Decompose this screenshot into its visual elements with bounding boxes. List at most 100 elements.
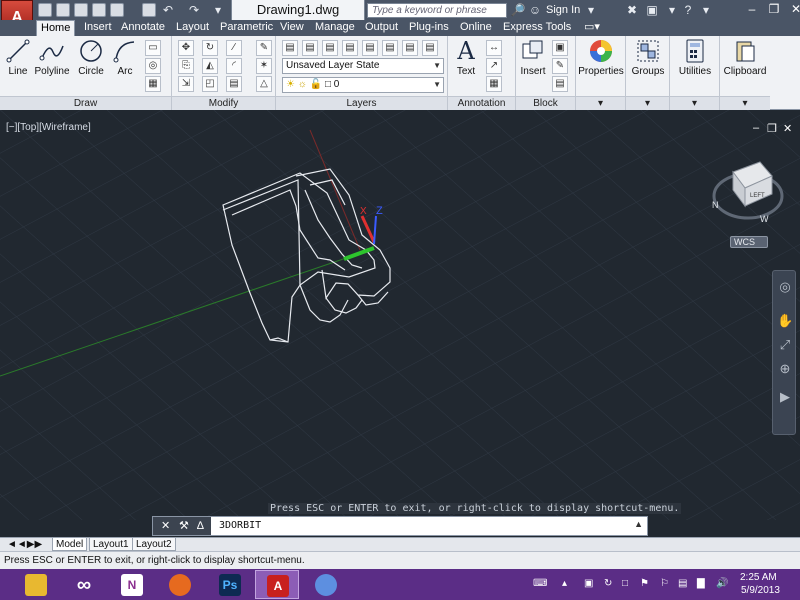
new-file-icon[interactable] bbox=[38, 3, 52, 17]
layer-match-icon[interactable]: ▤ bbox=[322, 40, 338, 56]
layout-tab-nav-icon[interactable]: ◄◄▶▶ bbox=[4, 538, 45, 551]
tray-sync-icon[interactable]: ↻ bbox=[604, 578, 612, 589]
annotation-panel-title[interactable]: Annotation bbox=[448, 96, 515, 110]
help-center-icon[interactable]: ▣ bbox=[644, 3, 660, 17]
tab-plugins[interactable]: Plug-ins bbox=[405, 20, 453, 36]
clipboard-button[interactable]: Clipboard bbox=[722, 38, 768, 77]
line-button[interactable]: Line bbox=[4, 38, 32, 77]
command-input[interactable]: 3DORBIT bbox=[219, 520, 261, 531]
tab-insert[interactable]: Insert bbox=[80, 20, 116, 36]
layer-previous-icon[interactable]: ▤ bbox=[342, 40, 358, 56]
scale-icon[interactable]: ◰ bbox=[202, 76, 218, 92]
exchange-x-icon[interactable]: ✖ bbox=[624, 3, 640, 17]
circle-button[interactable]: Circle bbox=[76, 38, 106, 77]
groups-panel-dropdown[interactable]: ▾ bbox=[626, 96, 669, 110]
rectangle-icon[interactable]: ▭ bbox=[145, 40, 161, 56]
customize-wrench-icon[interactable]: ⚒ bbox=[179, 517, 189, 535]
taskbar-photoshop[interactable]: Ps bbox=[208, 570, 252, 599]
create-block-icon[interactable]: ▣ bbox=[552, 40, 568, 56]
draw-panel-title[interactable]: Draw bbox=[0, 96, 171, 110]
action-center-flag-icon[interactable]: ⚐ bbox=[660, 578, 669, 589]
taskbar-onenote[interactable]: N bbox=[110, 570, 154, 599]
wcs-menu[interactable]: WCS bbox=[730, 236, 768, 248]
print-icon[interactable] bbox=[142, 3, 156, 17]
leader-icon[interactable]: ↗ bbox=[486, 58, 502, 74]
tray-box-icon[interactable]: □ bbox=[622, 578, 628, 589]
layer-set-current-icon[interactable]: ▤ bbox=[302, 40, 318, 56]
clock-time[interactable]: 2:25 AM bbox=[740, 572, 777, 583]
tab-model[interactable]: Model bbox=[52, 538, 88, 551]
array-icon[interactable]: ▤ bbox=[226, 76, 242, 92]
help-menu-icon[interactable]: ▾ bbox=[698, 3, 714, 17]
open-file-icon[interactable] bbox=[56, 3, 70, 17]
block-panel-title[interactable]: Block bbox=[516, 96, 575, 110]
layer-state-dropdown[interactable]: Unsaved Layer State ▼ bbox=[282, 58, 444, 74]
move-icon[interactable]: ✥ bbox=[178, 40, 194, 56]
utilities-button[interactable]: Utilities bbox=[672, 38, 718, 77]
fillet-icon[interactable]: ◜ bbox=[226, 58, 242, 74]
text-button[interactable]: A Text bbox=[452, 38, 480, 77]
tab-layout[interactable]: Layout bbox=[172, 20, 213, 36]
viewport-controls-label[interactable]: [−][Top][Wireframe] bbox=[6, 122, 91, 133]
tab-layout1[interactable]: Layout1 bbox=[89, 538, 133, 551]
viewport-close-icon[interactable]: ✕ bbox=[783, 122, 792, 135]
layer-properties-icon[interactable]: ▤ bbox=[282, 40, 298, 56]
save-icon[interactable] bbox=[74, 3, 88, 17]
clipboard-panel-dropdown[interactable]: ▾ bbox=[720, 96, 770, 110]
layer-dropdown[interactable]: ☀ ☼ 🔓 □ 0 ▼ bbox=[282, 77, 444, 93]
showmotion-icon[interactable]: ▶ bbox=[777, 389, 793, 405]
undo-icon[interactable]: ↶ bbox=[160, 3, 176, 17]
erase-icon[interactable]: ✎ bbox=[256, 40, 272, 56]
gradient-icon[interactable]: ▦ bbox=[145, 76, 161, 92]
properties-panel[interactable]: Properties ▾ bbox=[576, 36, 626, 110]
qat-dropdown-icon[interactable]: ▾ bbox=[210, 3, 226, 17]
tab-manage[interactable]: Manage bbox=[311, 20, 359, 36]
tab-parametric[interactable]: Parametric bbox=[216, 20, 277, 36]
mirror-icon[interactable]: ◭ bbox=[202, 58, 218, 74]
command-line[interactable]: ✕ ⚒ ∆ 3DORBIT ▲ bbox=[152, 516, 648, 536]
keyboard-icon[interactable]: ⌨ bbox=[533, 578, 547, 589]
sign-in-button[interactable]: Sign In bbox=[546, 3, 580, 17]
block-attribute-icon[interactable]: ▤ bbox=[552, 76, 568, 92]
modify-panel-title[interactable]: Modify bbox=[172, 96, 275, 110]
orbit-icon[interactable]: ⊕ bbox=[777, 361, 793, 377]
pan-hand-icon[interactable]: ✋ bbox=[777, 313, 793, 329]
rotate-icon[interactable]: ↻ bbox=[202, 40, 218, 56]
properties-button[interactable]: Properties bbox=[578, 38, 624, 77]
taskbar-chat[interactable] bbox=[304, 570, 348, 599]
insert-button[interactable]: Insert bbox=[518, 38, 548, 77]
tab-online[interactable]: Online bbox=[456, 20, 496, 36]
zoom-extents-icon[interactable]: ⤢ bbox=[777, 337, 793, 353]
command-history-icon[interactable]: ∆ bbox=[197, 517, 204, 535]
command-recent-dropdown-icon[interactable]: ▲ bbox=[634, 519, 643, 529]
stretch-icon[interactable]: ⇲ bbox=[178, 76, 194, 92]
clipboard-panel[interactable]: Clipboard ▾ bbox=[720, 36, 770, 110]
edit-block-icon[interactable]: ✎ bbox=[552, 58, 568, 74]
taskbar-firefox[interactable] bbox=[158, 570, 202, 599]
viewport-minimize-icon[interactable]: ‒ bbox=[753, 122, 759, 134]
groups-button[interactable]: Groups bbox=[628, 38, 668, 77]
steeringwheel-icon[interactable]: ◎ bbox=[777, 279, 793, 295]
signal-icon[interactable]: ▇ bbox=[697, 578, 705, 589]
offset-icon[interactable]: △ bbox=[256, 76, 272, 92]
help-icon[interactable]: ? bbox=[680, 3, 696, 17]
tab-view[interactable]: View bbox=[276, 20, 308, 36]
ribbon-minimize-icon[interactable]: ▭▾ bbox=[580, 20, 604, 36]
search-binoculars-icon[interactable]: 🔎 bbox=[510, 3, 526, 17]
tray-app-icon[interactable]: ▣ bbox=[584, 578, 593, 589]
drawing-viewport[interactable]: X Z LEFT N W [−][Top][Wireframe] ‒ ❐ ✕ W… bbox=[0, 110, 800, 520]
save-as-icon[interactable] bbox=[92, 3, 106, 17]
taskbar-autocad[interactable]: A bbox=[255, 570, 299, 599]
trim-icon[interactable]: ∕ bbox=[226, 40, 242, 56]
polyline-button[interactable]: Polyline bbox=[34, 38, 70, 77]
tray-flag-icon[interactable]: ⚑ bbox=[640, 578, 649, 589]
copy-icon[interactable]: ⎘ bbox=[178, 58, 194, 74]
explode-icon[interactable]: ✶ bbox=[256, 58, 272, 74]
layer-unisolate-icon[interactable]: ▤ bbox=[382, 40, 398, 56]
network-icon[interactable]: ▤ bbox=[678, 578, 687, 589]
dimension-icon[interactable]: ↔ bbox=[486, 40, 502, 56]
taskbar-file-explorer[interactable] bbox=[14, 570, 58, 599]
tab-output[interactable]: Output bbox=[361, 20, 402, 36]
tab-annotate[interactable]: Annotate bbox=[117, 20, 169, 36]
taskbar-visual-studio[interactable]: ∞ bbox=[62, 570, 106, 599]
